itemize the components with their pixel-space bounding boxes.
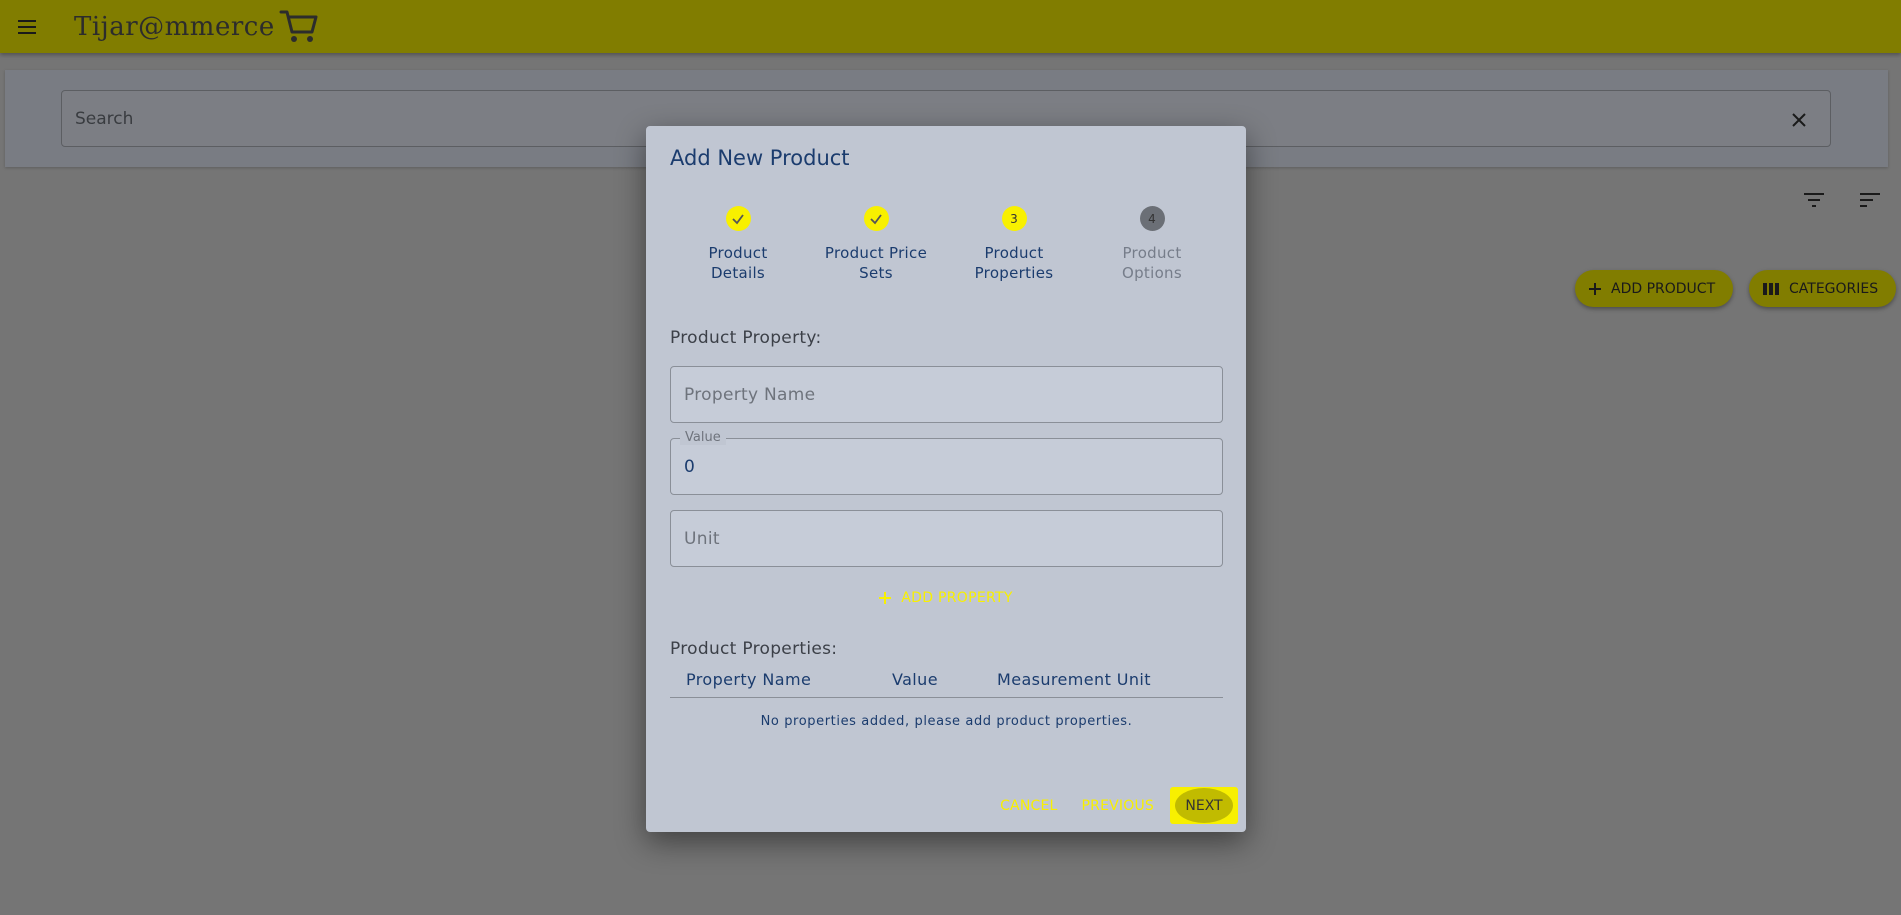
step-label: Options <box>1122 264 1182 282</box>
cancel-button[interactable]: CANCEL <box>988 788 1069 824</box>
value-input[interactable]: Value 0 <box>670 430 1223 495</box>
property-name-placeholder: Property Name <box>684 385 816 405</box>
empty-table-message: No properties added, please add product … <box>760 714 1133 729</box>
column-header: Measurement Unit <box>997 670 1151 689</box>
dialog-title: Add New Product <box>670 146 850 170</box>
step-label: Product <box>1122 244 1182 262</box>
step-number: 3 <box>1001 206 1027 231</box>
value-label: Value <box>680 430 726 445</box>
next-button[interactable]: NEXT <box>1170 787 1238 824</box>
add-property-button[interactable]: ADD PROPERTY <box>646 590 1246 606</box>
next-label: NEXT <box>1185 797 1223 814</box>
step-check-icon <box>725 206 751 231</box>
step-label: Product Price <box>824 244 928 262</box>
value-text: 0 <box>684 457 695 477</box>
step-product-options[interactable]: 4 Product Options <box>1092 206 1212 283</box>
step-check-icon <box>863 206 889 231</box>
unit-placeholder: Unit <box>684 529 720 549</box>
properties-table: Property Name Value Measurement Unit No … <box>670 660 1223 729</box>
add-product-dialog: Add New Product Product Details Product … <box>646 126 1246 832</box>
step-product-price-sets[interactable]: Product Price Sets <box>816 206 936 283</box>
unit-input[interactable]: Unit <box>670 510 1223 567</box>
column-header: Value <box>892 670 938 689</box>
add-property-label: ADD PROPERTY <box>901 590 1013 606</box>
step-product-details[interactable]: Product Details <box>678 206 798 283</box>
step-label: Properties <box>974 264 1054 282</box>
table-header: Property Name Value Measurement Unit <box>670 660 1223 698</box>
step-number: 4 <box>1139 206 1165 231</box>
plus-icon <box>879 592 892 604</box>
property-name-input[interactable]: Property Name <box>670 366 1223 423</box>
dialog-actions: CANCEL PREVIOUS NEXT <box>988 787 1238 824</box>
property-section-label: Product Property: <box>670 328 822 348</box>
previous-button[interactable]: PREVIOUS <box>1070 788 1166 824</box>
column-header: Property Name <box>686 670 812 689</box>
step-label: Product <box>708 244 768 262</box>
properties-section-label: Product Properties: <box>670 639 838 659</box>
step-label: Details <box>710 264 766 282</box>
step-product-properties[interactable]: 3 Product Properties <box>954 206 1074 283</box>
step-label: Product <box>984 244 1044 262</box>
step-label: Sets <box>859 264 893 282</box>
